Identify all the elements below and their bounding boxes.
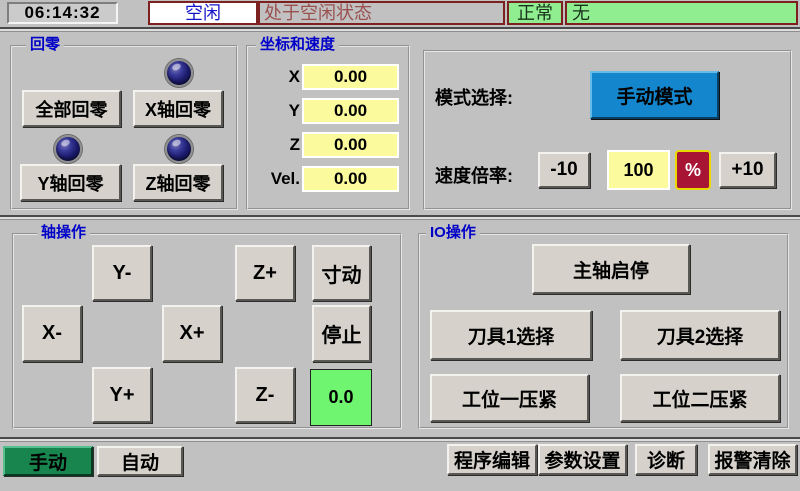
hmi-screen: 06:14:32 空闲 处于空闲状态 正常 无 回零 全部回零 X轴回零 Y轴回… [0, 0, 800, 491]
x-home-led-icon [165, 59, 193, 87]
y-position-readout: 0.00 [302, 98, 399, 124]
machine-state-message: 处于空闲状态 [258, 1, 505, 25]
axis-ops-group-title: 轴操作 [37, 224, 90, 242]
homing-group: 回零 全部回零 X轴回零 Y轴回零 Z轴回零 [10, 45, 238, 210]
alarm-status-badge: 正常 [507, 1, 563, 25]
stop-button[interactable]: 停止 [312, 305, 371, 362]
mode-group: 模式选择: 手动模式 速度倍率: -10 100 % +10 [423, 50, 792, 210]
diagnosis-button[interactable]: 诊断 [635, 444, 697, 475]
home-z-button[interactable]: Z轴回零 [133, 164, 223, 201]
override-value-field: 100 [607, 150, 670, 190]
mode-select-label: 模式选择: [435, 84, 513, 110]
station2-clamp-button[interactable]: 工位二压紧 [620, 374, 780, 422]
divider-top [0, 27, 800, 32]
tool1-select-button[interactable]: 刀具1选择 [430, 310, 592, 360]
percent-sign-badge: % [675, 150, 711, 190]
jog-z-plus-button[interactable]: Z+ [235, 245, 295, 301]
override-plus-button[interactable]: +10 [719, 152, 776, 188]
step-distance-field[interactable]: 0.0 [310, 369, 372, 426]
program-edit-button[interactable]: 程序编辑 [447, 444, 537, 475]
velocity-label: Vel. [252, 166, 300, 192]
param-setting-button[interactable]: 参数设置 [538, 444, 627, 475]
speed-override-label: 速度倍率: [435, 162, 513, 188]
machine-state-badge: 空闲 [148, 1, 258, 25]
axis-ops-group: 轴操作 Y- Z+ 寸动 X- X+ 停止 Y+ Z- 0.0 [12, 233, 402, 429]
jog-x-minus-button[interactable]: X- [22, 305, 82, 362]
y-axis-label: Y [252, 98, 300, 124]
homing-group-title: 回零 [26, 36, 64, 54]
io-ops-group-title: IO操作 [426, 224, 480, 242]
jog-z-minus-button[interactable]: Z- [235, 367, 295, 423]
tool2-select-button[interactable]: 刀具2选择 [620, 310, 780, 360]
clock-display: 06:14:32 [7, 2, 118, 24]
home-x-button[interactable]: X轴回零 [133, 90, 223, 127]
alarm-clear-button[interactable]: 报警清除 [708, 444, 797, 475]
jog-mode-button[interactable]: 寸动 [312, 245, 371, 301]
spindle-start-stop-button[interactable]: 主轴启停 [532, 244, 690, 294]
y-home-led-icon [54, 135, 82, 163]
z-axis-label: Z [252, 132, 300, 158]
auto-tab-button[interactable]: 自动 [97, 446, 183, 476]
home-all-button[interactable]: 全部回零 [22, 90, 121, 127]
jog-x-plus-button[interactable]: X+ [162, 305, 222, 362]
mode-select-button[interactable]: 手动模式 [590, 71, 719, 119]
divider-middle [0, 215, 800, 220]
x-axis-label: X [252, 64, 300, 90]
alarm-message: 无 [565, 1, 798, 25]
jog-y-minus-button[interactable]: Y- [92, 245, 152, 301]
manual-tab-button[interactable]: 手动 [3, 446, 93, 476]
velocity-readout: 0.00 [302, 166, 399, 192]
z-position-readout: 0.00 [302, 132, 399, 158]
jog-y-plus-button[interactable]: Y+ [92, 367, 152, 423]
divider-bottom [0, 437, 800, 442]
z-home-led-icon [165, 135, 193, 163]
coords-group-title: 坐标和速度 [256, 36, 339, 54]
home-y-button[interactable]: Y轴回零 [20, 164, 121, 201]
station1-clamp-button[interactable]: 工位一压紧 [430, 374, 589, 422]
override-minus-button[interactable]: -10 [538, 152, 590, 188]
coords-group: 坐标和速度 X 0.00 Y 0.00 Z 0.00 Vel. 0.00 [246, 45, 410, 210]
io-ops-group: IO操作 主轴启停 刀具1选择 刀具2选择 工位一压紧 工位二压紧 [418, 233, 789, 429]
x-position-readout: 0.00 [302, 64, 399, 90]
